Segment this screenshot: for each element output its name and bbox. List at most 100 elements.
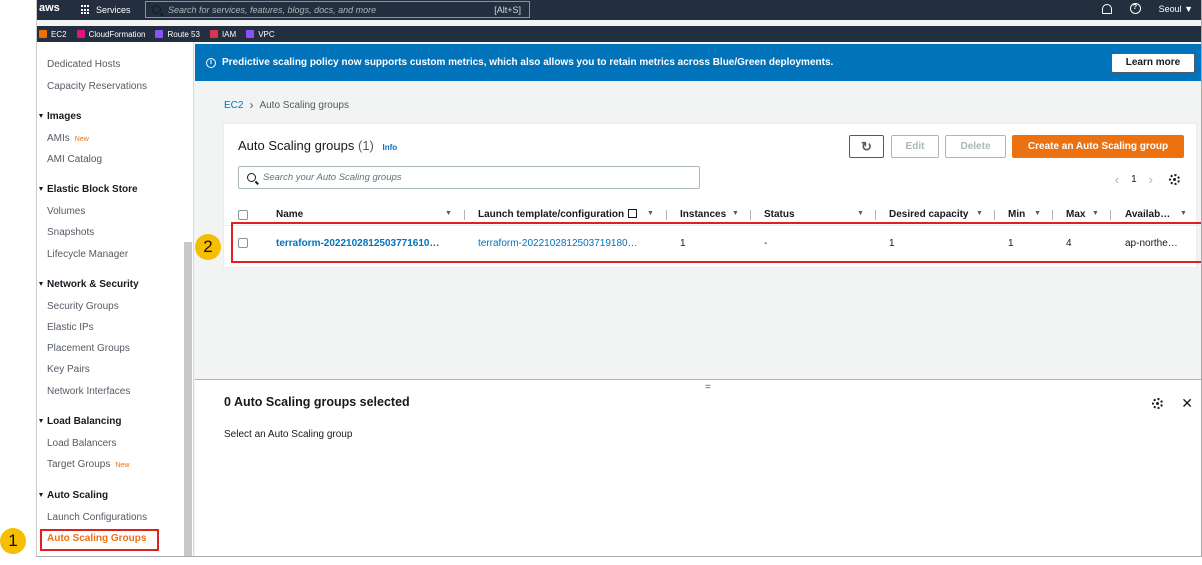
sidebar-scrollbar[interactable] — [184, 242, 192, 556]
grid-icon — [81, 5, 91, 15]
sidebar-item-snapshots[interactable]: Snapshots — [47, 227, 94, 238]
sort-icon[interactable]: ▼ — [1180, 210, 1187, 217]
column-name[interactable]: Name — [276, 209, 303, 220]
sort-icon[interactable]: ▼ — [732, 210, 739, 217]
info-banner: i Predictive scaling policy now supports… — [195, 44, 1201, 81]
highlight-box-sidebar — [40, 529, 159, 551]
iam-icon — [209, 30, 218, 38]
create-auto-scaling-group-button[interactable]: Create an Auto Scaling group — [1012, 135, 1184, 158]
sidebar-item-lifecycle-manager[interactable]: Lifecycle Manager — [47, 249, 128, 260]
aws-logo[interactable]: aws — [37, 2, 65, 14]
sidebar-heading-auto-scaling[interactable]: Auto Scaling — [38, 490, 108, 501]
cloudformation-icon — [76, 30, 85, 38]
search-icon — [152, 5, 161, 14]
details-title: 0 Auto Scaling groups selected — [224, 395, 410, 409]
bell-icon[interactable] — [1101, 3, 1112, 14]
column-divider[interactable] — [666, 210, 667, 220]
favorite-vpc[interactable]: VPC — [246, 30, 275, 39]
gear-icon[interactable] — [1152, 398, 1164, 409]
top-navigation: aws Services Search for services, featur… — [37, 0, 1201, 20]
column-status[interactable]: Status — [764, 209, 795, 220]
favorites-bar: EC2 CloudFormation Route 53 IAM VPC — [37, 26, 1201, 42]
route53-icon — [155, 30, 164, 38]
sidebar-item-ami-catalog[interactable]: AMI Catalog — [47, 154, 102, 165]
breadcrumb-ec2[interactable]: EC2 — [224, 100, 243, 111]
select-all-checkbox[interactable] — [238, 210, 248, 220]
refresh-icon: ↻ — [861, 139, 872, 154]
column-divider[interactable] — [1052, 210, 1053, 220]
vpc-icon — [246, 30, 255, 38]
chevron-right-icon: › — [249, 98, 254, 112]
search-placeholder: Search your Auto Scaling groups — [263, 172, 402, 183]
favorite-route53[interactable]: Route 53 — [155, 30, 200, 39]
page-title: Auto Scaling groups (1) Info — [238, 138, 398, 153]
sidebar-item-capacity-reservations[interactable]: Capacity Reservations — [47, 81, 147, 92]
external-link-icon — [628, 209, 637, 218]
annotation-badge-1: 1 — [0, 528, 26, 554]
favorite-iam[interactable]: IAM — [209, 30, 236, 39]
column-max[interactable]: Max — [1066, 209, 1085, 220]
console-window: aws Services Search for services, featur… — [36, 0, 1202, 557]
search-input[interactable]: Search your Auto Scaling groups — [238, 166, 700, 189]
gear-icon[interactable] — [1169, 174, 1180, 185]
chevron-right-icon[interactable]: › — [1149, 172, 1153, 187]
sidebar-item-amis[interactable]: AMIs New — [47, 133, 89, 144]
column-launch-template[interactable]: Launch template/configuration — [478, 209, 624, 220]
search-icon — [247, 173, 256, 182]
sidebar-item-load-balancers[interactable]: Load Balancers — [47, 438, 117, 449]
breadcrumb-current: Auto Scaling groups — [259, 99, 349, 111]
column-divider[interactable] — [750, 210, 751, 220]
column-desired-capacity[interactable]: Desired capacity — [889, 209, 969, 220]
breadcrumb: EC2 › Auto Scaling groups — [224, 98, 349, 112]
resize-handle[interactable]: = — [705, 382, 711, 393]
sort-icon[interactable]: ▼ — [1034, 210, 1041, 217]
global-search-placeholder: Search for services, features, blogs, do… — [168, 4, 377, 15]
sidebar-heading-ebs[interactable]: Elastic Block Store — [39, 184, 138, 195]
sidebar-item-launch-configurations[interactable]: Launch Configurations — [47, 512, 147, 523]
delete-button[interactable]: Delete — [945, 135, 1006, 158]
sidebar-item-placement-groups[interactable]: Placement Groups — [47, 343, 130, 354]
sidebar-item-key-pairs[interactable]: Key Pairs — [47, 364, 90, 375]
sort-icon[interactable]: ▼ — [976, 210, 983, 217]
new-badge: New — [74, 136, 89, 143]
column-availability[interactable]: Availab… — [1125, 209, 1170, 220]
column-instances[interactable]: Instances — [680, 209, 726, 220]
region-selector[interactable]: Seoul ▼ — [1159, 4, 1193, 14]
sidebar-heading-images[interactable]: Images — [38, 111, 81, 122]
sidebar-heading-load-balancing[interactable]: Load Balancing — [38, 416, 121, 427]
sidebar-item-elastic-ips[interactable]: Elastic IPs — [47, 322, 94, 333]
sidebar-item-network-interfaces[interactable]: Network Interfaces — [47, 386, 130, 397]
learn-more-button[interactable]: Learn more — [1111, 53, 1195, 73]
close-icon[interactable]: ✕ — [1181, 395, 1193, 412]
sort-icon[interactable]: ▼ — [857, 210, 864, 217]
sort-icon[interactable]: ▼ — [445, 210, 452, 217]
annotation-badge-2: 2 — [195, 234, 221, 260]
column-divider[interactable] — [875, 210, 876, 220]
new-badge: New — [115, 462, 130, 469]
services-menu-button[interactable]: Services — [81, 5, 143, 15]
column-divider[interactable] — [464, 210, 465, 220]
sidebar-item-dedicated-hosts[interactable]: Dedicated Hosts — [47, 59, 120, 70]
favorite-cloudformation[interactable]: CloudFormation — [76, 30, 145, 39]
refresh-button[interactable]: ↻ — [849, 135, 884, 158]
sidebar-item-security-groups[interactable]: Security Groups — [47, 301, 119, 312]
sidebar-heading-network-security[interactable]: Network & Security — [39, 279, 139, 290]
sort-icon[interactable]: ▼ — [647, 210, 654, 217]
ec2-icon — [39, 30, 47, 38]
sort-icon[interactable]: ▼ — [1092, 210, 1099, 217]
details-split-panel: = 0 Auto Scaling groups selected Select … — [195, 379, 1201, 556]
sidebar: Dedicated Hosts Capacity Reservations Im… — [37, 42, 194, 556]
page-number[interactable]: 1 — [1131, 174, 1137, 185]
column-divider[interactable] — [994, 210, 995, 220]
help-icon[interactable]: ? — [1129, 3, 1141, 14]
column-min[interactable]: Min — [1008, 209, 1025, 220]
favorite-ec2[interactable]: EC2 — [39, 30, 67, 39]
edit-button[interactable]: Edit — [891, 135, 939, 158]
column-divider[interactable] — [1110, 210, 1111, 220]
sidebar-item-volumes[interactable]: Volumes — [47, 206, 85, 217]
chevron-left-icon[interactable]: ‹ — [1115, 172, 1119, 187]
info-link[interactable]: Info — [383, 143, 398, 152]
highlight-box-row — [231, 222, 1201, 263]
global-search-input[interactable]: Search for services, features, blogs, do… — [145, 1, 530, 18]
sidebar-item-target-groups[interactable]: Target Groups New — [47, 459, 129, 470]
